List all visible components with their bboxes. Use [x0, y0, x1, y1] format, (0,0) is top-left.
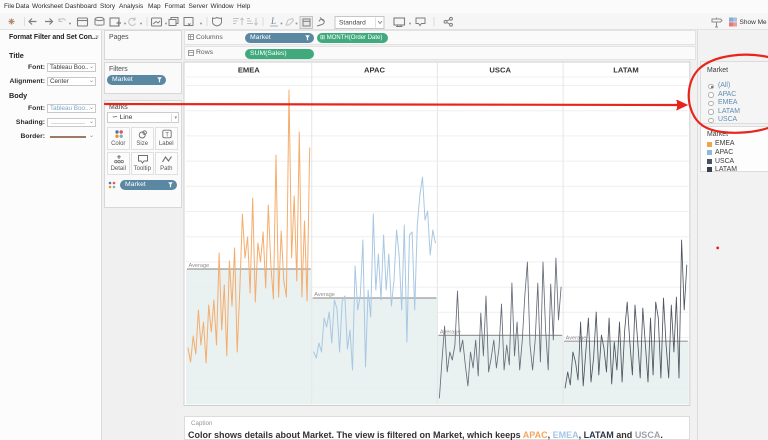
- svg-text:L: L: [270, 16, 276, 26]
- svg-text:Standard: Standard: [339, 20, 366, 27]
- svg-text:T: T: [165, 132, 169, 139]
- svg-text:Show Me: Show Me: [740, 19, 767, 26]
